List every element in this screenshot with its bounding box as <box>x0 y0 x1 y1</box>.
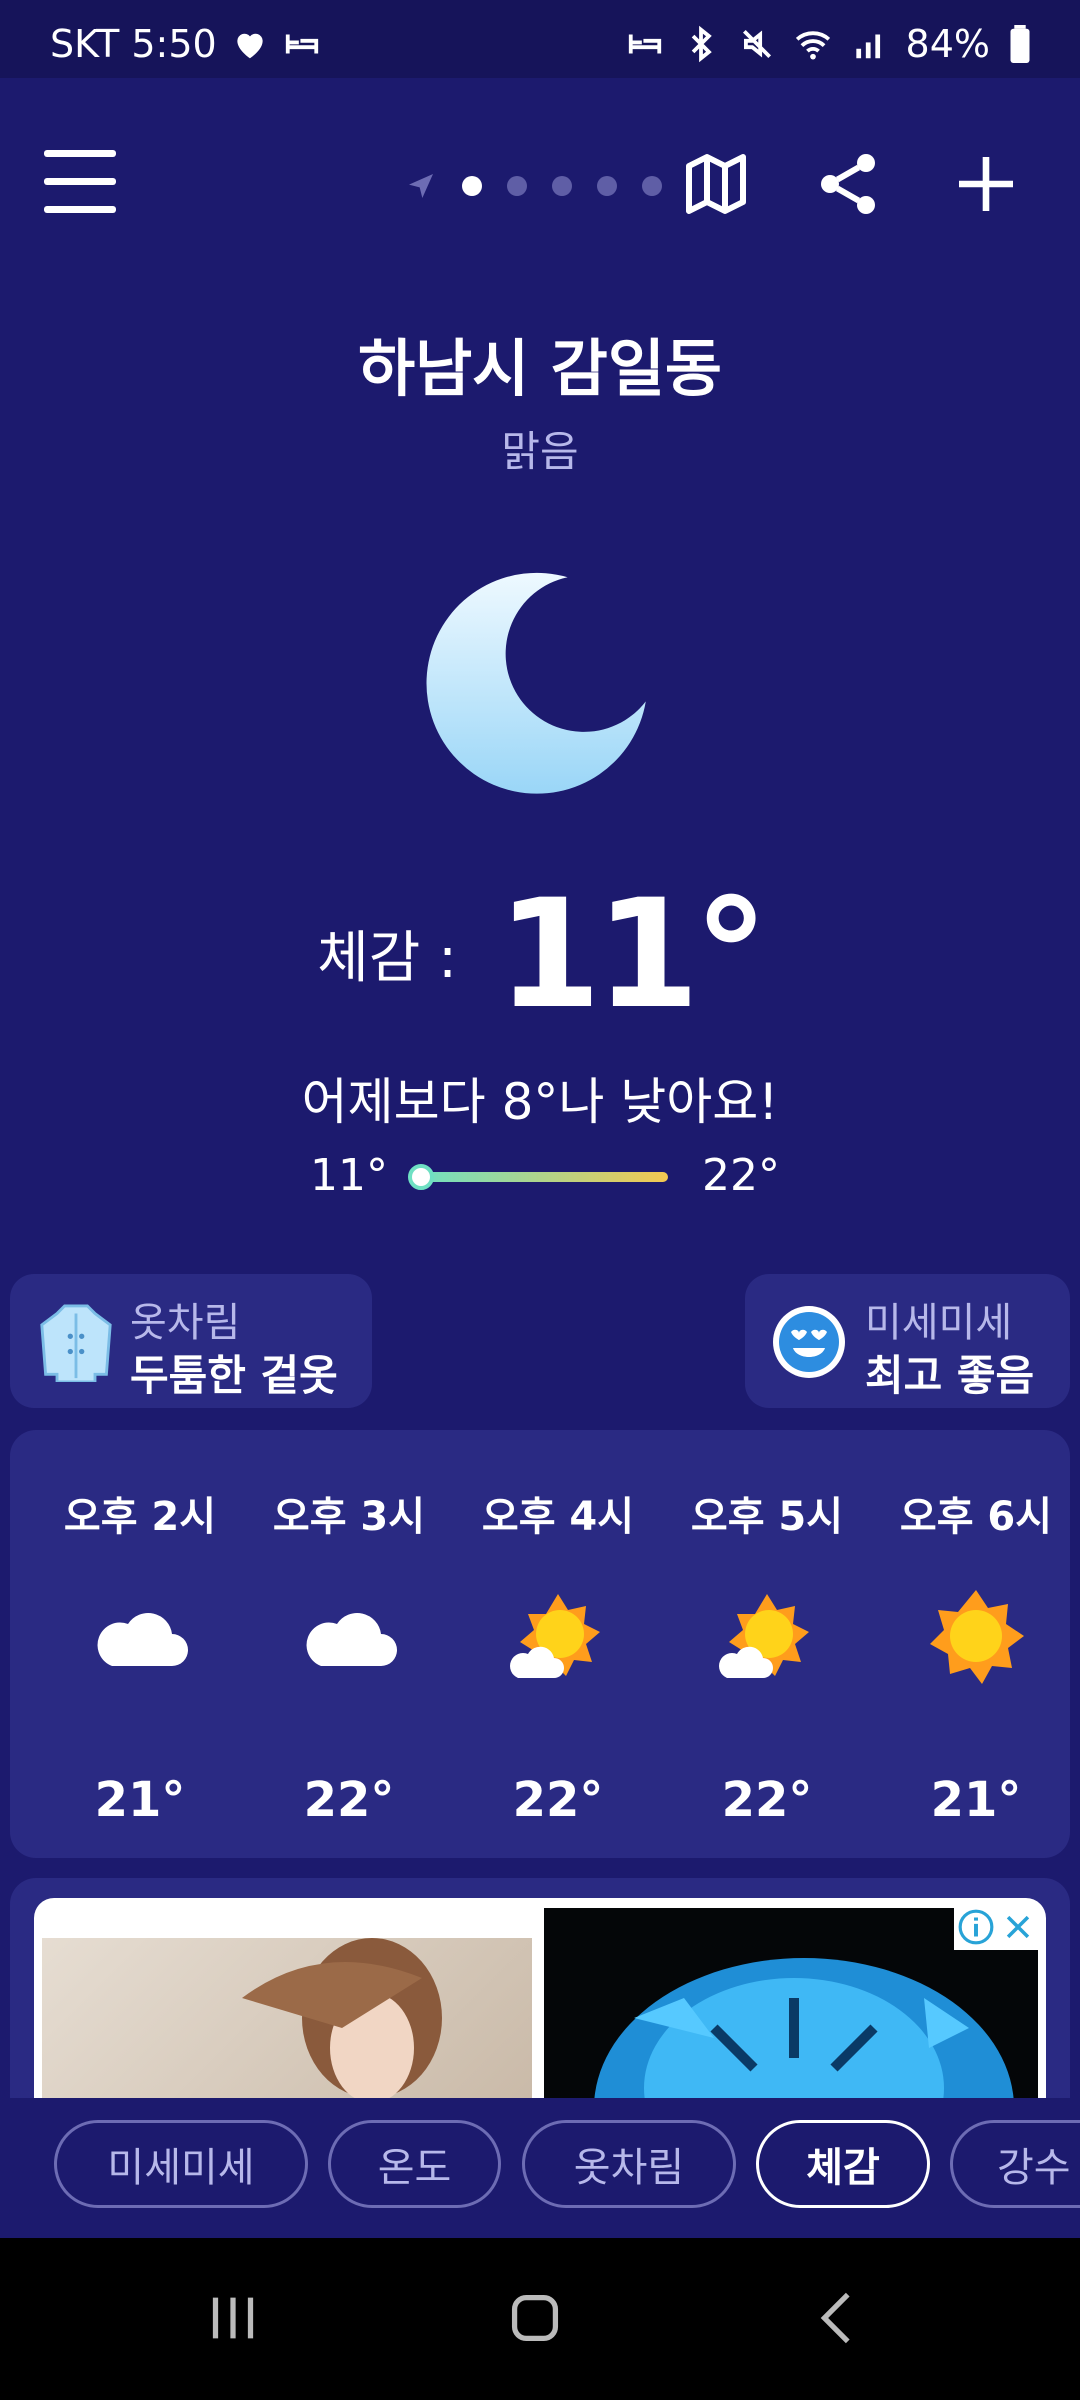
feels-like-temp: 11° <box>496 868 769 1042</box>
temp-range-bar <box>418 1172 668 1182</box>
page-dot[interactable] <box>597 176 617 196</box>
hour-time: 오후 3시 <box>272 1494 426 1540</box>
fine-dust-title: 미세미세 <box>865 1300 1013 1346</box>
hour-temp: 21° <box>930 1772 1022 1828</box>
weather-condition: 맑음 <box>501 427 579 476</box>
compare-yesterday: 어제보다 8°나 낮아요! <box>301 1073 779 1131</box>
heart-icon <box>237 33 263 59</box>
menu-icon <box>44 150 116 157</box>
menu-button[interactable] <box>44 150 116 213</box>
outfit-value: 두툼한 겉옷 <box>130 1351 338 1400</box>
back-button[interactable] <box>804 2283 874 2353</box>
sun-cloud-icon <box>719 1594 809 1678</box>
status-right: 84% <box>626 22 1032 66</box>
moon-icon <box>426 572 646 794</box>
status-bar: SKT 5:50 84% <box>0 0 1080 78</box>
temp-range: 11° 22° <box>310 1150 780 1210</box>
category-tabs: 미세미세 온도 옷차림 체감 강수 <box>0 2098 1080 2238</box>
bed-icon <box>628 34 661 54</box>
feels-like-label: 체감 : <box>317 926 457 991</box>
page-dot[interactable] <box>507 176 527 196</box>
tab-feels-like[interactable]: 체감 <box>756 2120 930 2208</box>
home-button[interactable] <box>500 2283 570 2353</box>
page-dot[interactable] <box>642 176 662 196</box>
page-dot[interactable] <box>462 176 482 196</box>
hour-temp: 22° <box>721 1772 813 1828</box>
sun-icon <box>930 1590 1024 1684</box>
battery-percent: 84% <box>905 22 990 66</box>
feels-like-row: 체감 : 11° <box>0 880 1080 1030</box>
ad-model-graphic <box>242 1938 442 2098</box>
tab-outfit[interactable]: 옷차림 <box>522 2120 736 2208</box>
hour-temp: 22° <box>512 1772 604 1828</box>
hour-temp: 21° <box>94 1772 186 1828</box>
bed-icon <box>285 34 318 54</box>
ad-controls <box>954 1904 1038 1950</box>
plus-icon <box>959 157 1013 211</box>
temp-max: 22° <box>702 1150 780 1201</box>
hour-time: 오후 5시 <box>690 1494 844 1540</box>
carrier-time: SKT 5:50 <box>50 22 217 66</box>
hour-temp: 22° <box>303 1772 395 1828</box>
outfit-card[interactable]: 옷차림 두툼한 겉옷 <box>10 1274 372 1408</box>
signal-icon <box>855 34 880 59</box>
page-indicator <box>405 170 662 202</box>
map-icon <box>686 154 746 214</box>
battery-icon <box>1010 25 1030 63</box>
fine-dust-value: 최고 좋음 <box>865 1351 1035 1400</box>
ad-banner[interactable] <box>34 1898 1046 2098</box>
cloud-icon <box>306 1612 397 1666</box>
back-icon <box>820 2292 850 2344</box>
fine-dust-card[interactable]: 미세미세 최고 좋음 <box>745 1274 1070 1408</box>
location-arrow-icon <box>409 174 433 198</box>
status-left: SKT 5:50 <box>50 22 321 66</box>
info-icon[interactable] <box>957 1908 995 1946</box>
mute-icon <box>742 29 771 59</box>
coat-icon <box>40 1304 112 1382</box>
share-icon <box>821 154 875 214</box>
home-icon <box>511 2294 559 2342</box>
map-button[interactable] <box>680 148 752 220</box>
tab-fine-dust[interactable]: 미세미세 <box>54 2120 308 2208</box>
ad-container <box>10 1878 1070 2098</box>
hour-time: 오후 4시 <box>481 1494 635 1540</box>
cloud-icon <box>97 1612 188 1666</box>
add-location-button[interactable] <box>950 148 1022 220</box>
hourly-forecast[interactable]: 오후 2시 21° 오후 3시 22° 오후 4시 22° 오후 5시 22° … <box>10 1430 1070 1858</box>
tab-temperature[interactable]: 온도 <box>328 2120 501 2208</box>
recent-apps-icon <box>212 2297 254 2339</box>
page-dot[interactable] <box>552 176 572 196</box>
close-icon[interactable] <box>1001 1910 1035 1944</box>
ad-image-model[interactable] <box>42 1938 532 2098</box>
hour-time: 오후 6시 <box>899 1494 1053 1540</box>
recent-apps-button[interactable] <box>198 2283 268 2353</box>
system-nav-bar <box>0 2238 1080 2400</box>
hour-time: 오후 2시 <box>63 1494 217 1540</box>
tab-precipitation[interactable]: 강수 <box>950 2120 1080 2208</box>
outfit-title: 옷차림 <box>130 1300 241 1346</box>
wifi-icon <box>795 31 830 60</box>
share-button[interactable] <box>812 148 884 220</box>
temp-range-marker <box>408 1164 434 1190</box>
temp-min: 11° <box>310 1150 388 1201</box>
sun-cloud-icon <box>510 1594 600 1678</box>
happy-face-icon <box>773 1306 845 1378</box>
bluetooth-icon <box>691 25 712 63</box>
location-title: 하남시 감일동 <box>358 332 722 405</box>
